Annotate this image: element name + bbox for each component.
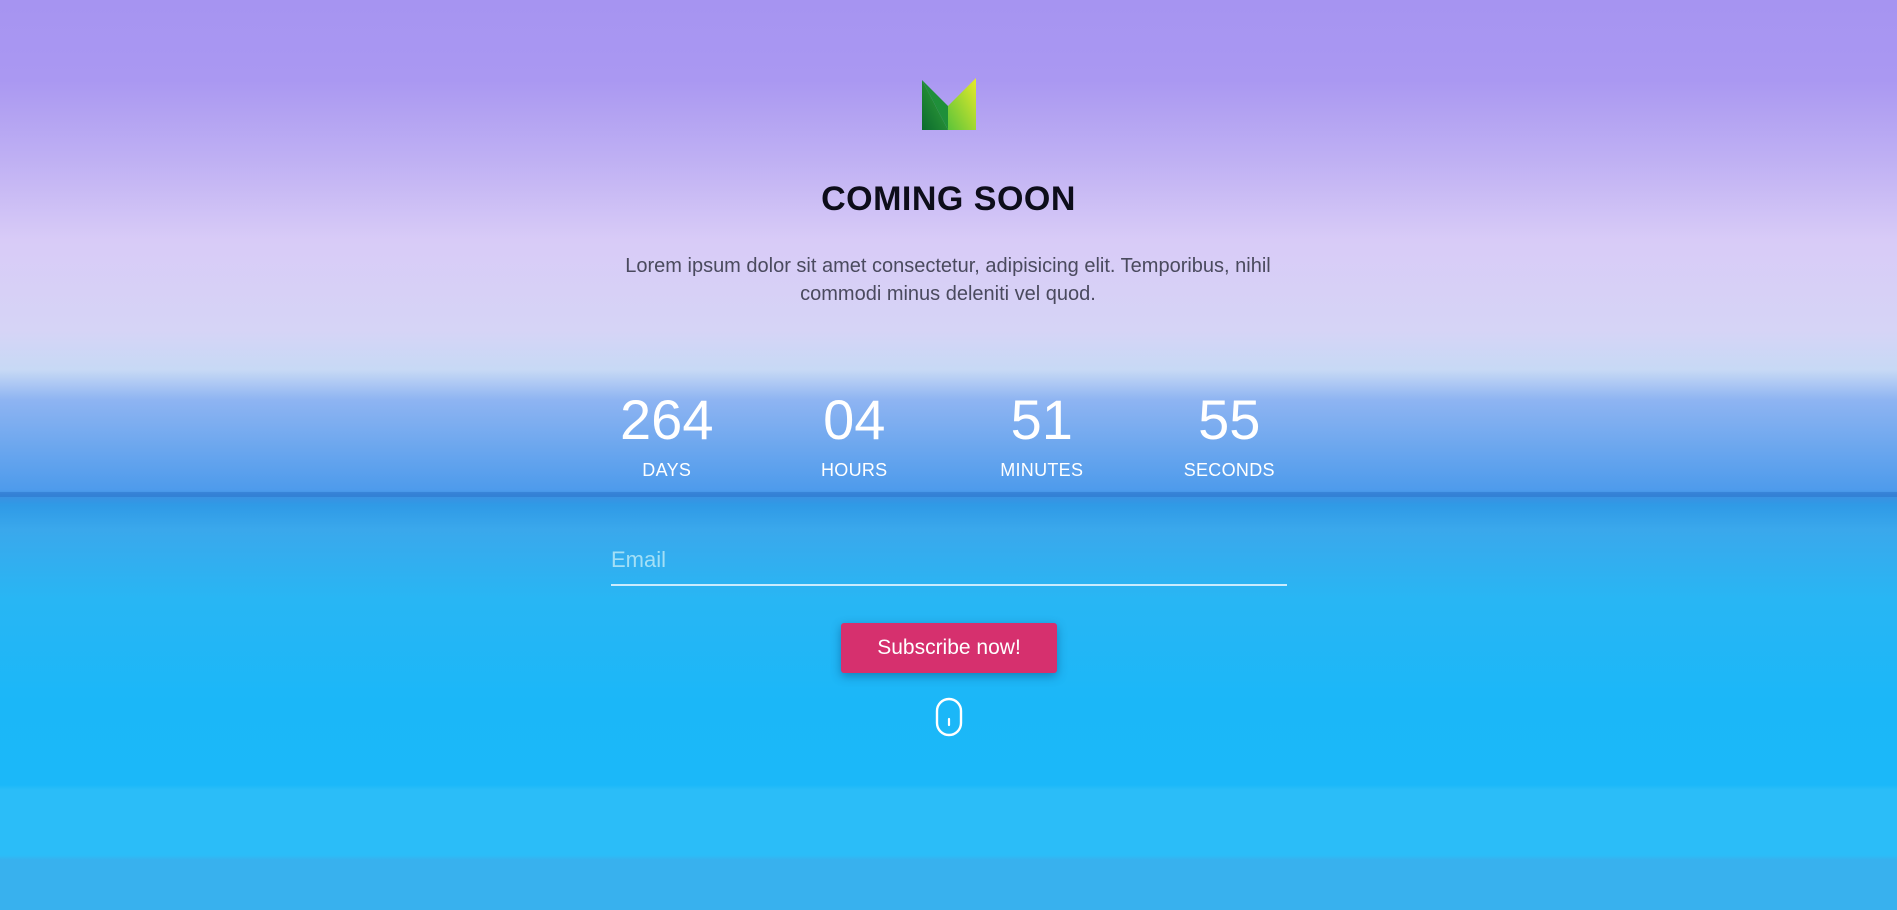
email-input[interactable]	[611, 540, 1287, 580]
countdown-hours: 04 HOURS	[761, 388, 949, 498]
countdown-seconds-value: 55	[1198, 388, 1261, 451]
coming-soon-page: COMING SOON Lorem ipsum dolor sit amet c…	[0, 0, 1897, 910]
countdown-days: 264 DAYS	[573, 388, 761, 498]
page-description: Lorem ipsum dolor sit amet consectetur, …	[625, 255, 1271, 305]
countdown-hours-value: 04	[823, 388, 886, 451]
countdown-minutes-value: 51	[1010, 388, 1073, 451]
mouse-scroll-icon[interactable]	[935, 697, 963, 737]
countdown-seconds: 55 SECONDS	[1136, 388, 1324, 498]
countdown-seconds-label: SECONDS	[1183, 460, 1275, 480]
countdown-hours-label: HOURS	[820, 460, 888, 480]
subscribe-button[interactable]: Subscribe now!	[841, 623, 1057, 673]
countdown-days-value: 264	[620, 388, 714, 451]
countdown-timer: 264 DAYS 04 HOURS 51 MINUTES 55 SECONDS	[573, 388, 1323, 498]
page-title: COMING SOON	[821, 180, 1076, 218]
countdown-days-label: DAYS	[642, 460, 692, 480]
brand-logo-icon	[922, 78, 976, 130]
countdown-minutes: 51 MINUTES	[948, 388, 1136, 498]
countdown-minutes-label: MINUTES	[1000, 460, 1084, 480]
email-field-wrapper	[611, 540, 1287, 586]
